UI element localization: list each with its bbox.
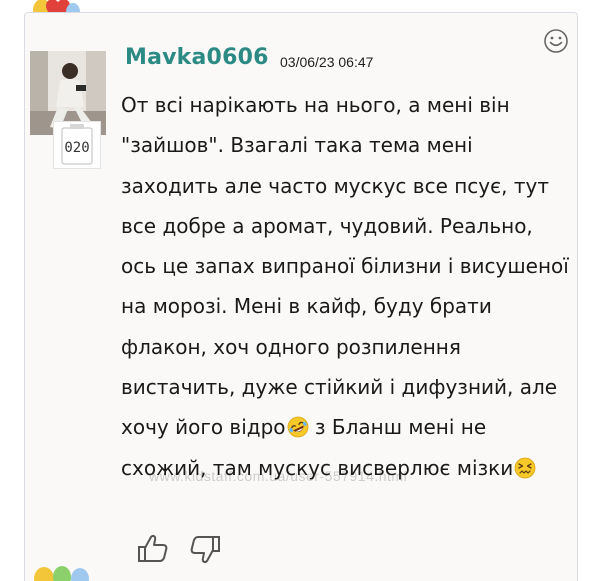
- perfume-bottle-icon: 020: [61, 124, 93, 165]
- thumbs-down-icon[interactable]: [187, 531, 223, 567]
- review-timestamp: 03/06/23 06:47: [280, 54, 374, 70]
- svg-text:020: 020: [64, 140, 89, 156]
- product-thumbnail[interactable]: 020: [53, 121, 101, 169]
- smiley-react-icon[interactable]: [543, 28, 569, 54]
- thumbs-up-icon[interactable]: [135, 531, 171, 567]
- confounded-face-emoji-icon: [514, 457, 536, 479]
- review-text-part1: От всі нарікають на нього, а мені він "з…: [121, 93, 569, 440]
- rolling-on-floor-laughing-emoji-icon: [287, 416, 308, 438]
- page: 020 Mavka0606 03/06/23 06:47 www.kidstaf…: [0, 0, 600, 581]
- review-text: От всі нарікають на нього, а мені він "з…: [121, 85, 569, 488]
- review-card: 020 Mavka0606 03/06/23 06:47 www.kidstaf…: [24, 12, 578, 581]
- balloons-bottom-decoration-icon: [34, 566, 89, 581]
- username-link[interactable]: Mavka0606: [125, 45, 269, 70]
